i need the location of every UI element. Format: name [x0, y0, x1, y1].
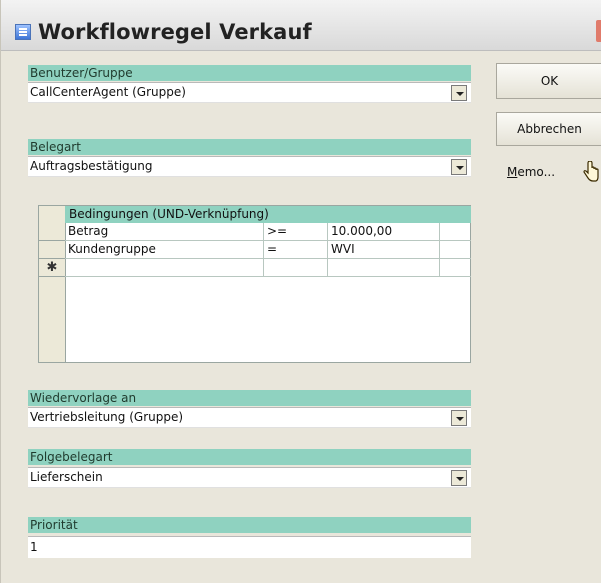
condition-field[interactable]	[65, 259, 264, 276]
condition-operator[interactable]: >=	[264, 223, 328, 240]
ok-button[interactable]: OK	[496, 63, 601, 99]
chevron-down-icon[interactable]	[451, 85, 467, 101]
title-bar: Workflowregel Verkauf	[1, 0, 601, 51]
table-row[interactable]: Betrag >= 10.000,00	[65, 223, 471, 241]
benutzer-value: CallCenterAgent (Gruppe)	[30, 85, 186, 99]
folgebelegart-combo[interactable]: Lieferschein	[28, 467, 471, 488]
wiedervorlage-value: Vertriebsleitung (Gruppe)	[30, 410, 184, 424]
condition-field[interactable]: Betrag	[65, 223, 264, 240]
memo-button[interactable]: Memo...	[496, 157, 601, 187]
belegart-label: Belegart	[28, 139, 471, 155]
close-button[interactable]	[596, 20, 601, 42]
condition-value[interactable]: 10.000,00	[328, 223, 440, 240]
record-selector-column: ✱	[39, 206, 66, 362]
benutzer-label: Benutzer/Gruppe	[28, 65, 471, 81]
condition-value[interactable]	[328, 259, 440, 276]
app-window-icon	[15, 24, 31, 40]
condition-extra[interactable]	[440, 223, 471, 240]
condition-operator[interactable]	[264, 259, 328, 276]
wiedervorlage-combo[interactable]: Vertriebsleitung (Gruppe)	[28, 407, 471, 428]
condition-operator[interactable]: =	[264, 241, 328, 258]
hand-cursor-icon	[583, 161, 599, 182]
record-selector[interactable]	[39, 223, 65, 241]
folgebelegart-value: Lieferschein	[30, 470, 103, 484]
condition-extra[interactable]	[440, 241, 471, 258]
table-row[interactable]: Kundengruppe = WVI	[65, 241, 471, 259]
chevron-down-icon[interactable]	[451, 159, 467, 175]
record-selector[interactable]	[39, 241, 65, 259]
condition-field[interactable]: Kundengruppe	[65, 241, 264, 258]
table-row-new[interactable]	[65, 259, 471, 277]
conditions-grid: ✱ Bedingungen (UND-Verknüpfung) Betrag >…	[38, 205, 471, 363]
memo-accelerator: M	[507, 165, 518, 179]
chevron-down-icon[interactable]	[451, 410, 467, 426]
window-title: Workflowregel Verkauf	[38, 20, 312, 44]
prioritaet-input[interactable]: 1	[28, 536, 471, 558]
conditions-caption: Bedingungen (UND-Verknüpfung)	[65, 206, 471, 223]
condition-value[interactable]: WVI	[328, 241, 440, 258]
belegart-combo[interactable]: Auftragsbestätigung	[28, 156, 471, 177]
belegart-value: Auftragsbestätigung	[30, 159, 153, 173]
wiedervorlage-label: Wiedervorlage an	[28, 390, 471, 406]
prioritaet-label: Priorität	[28, 517, 471, 533]
new-record-marker[interactable]: ✱	[39, 259, 65, 277]
benutzer-combo[interactable]: CallCenterAgent (Gruppe)	[28, 82, 471, 103]
memo-label: emo...	[517, 165, 556, 179]
chevron-down-icon[interactable]	[451, 470, 467, 486]
cancel-button[interactable]: Abbrechen	[496, 112, 601, 146]
folgebelegart-label: Folgebelegart	[28, 449, 471, 465]
dialog-window: Workflowregel Verkauf Benutzer/Gruppe Ca…	[0, 0, 601, 583]
condition-extra[interactable]	[440, 259, 471, 276]
